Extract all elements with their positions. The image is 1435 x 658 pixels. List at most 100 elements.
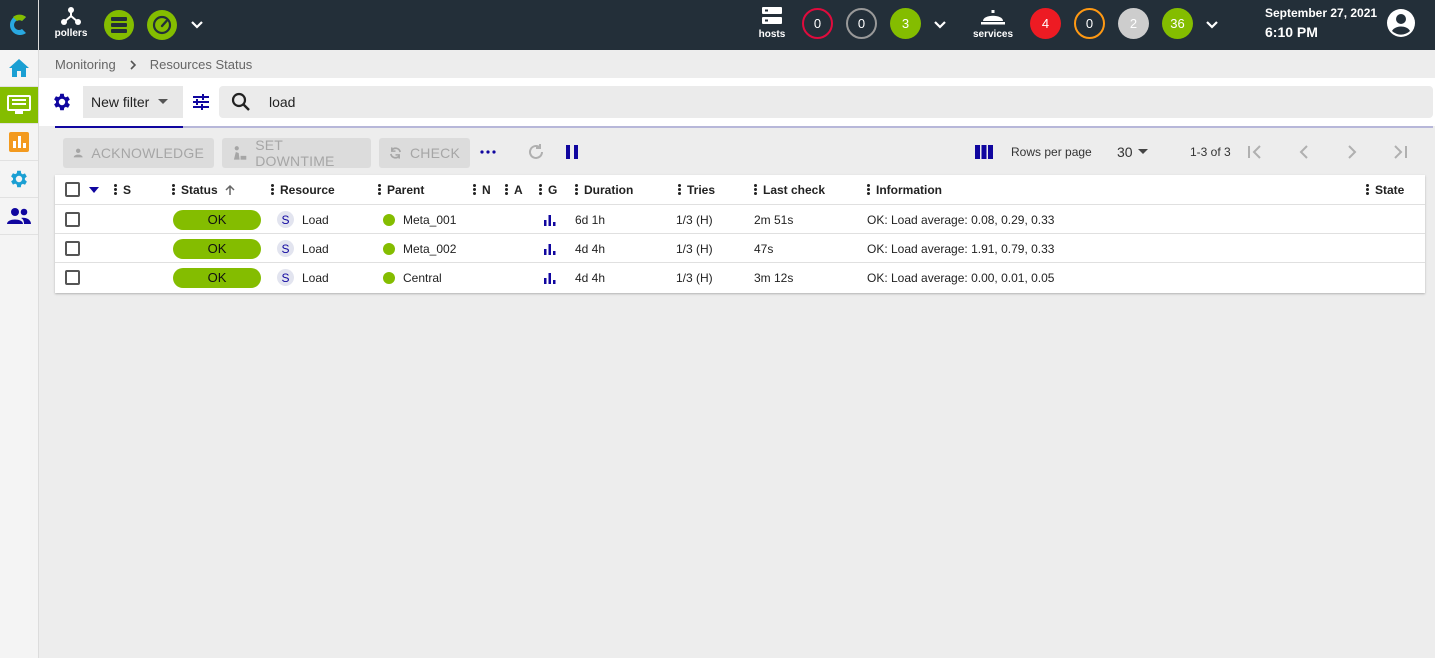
information-cell: OK: Load average: 1.91, 0.79, 0.33 — [867, 241, 1055, 256]
check-button[interactable]: CHECK — [379, 138, 470, 168]
column-label: Duration — [584, 182, 634, 197]
breadcrumb-resources-status[interactable]: Resources Status — [150, 57, 253, 72]
column-header-s[interactable]: S — [114, 175, 131, 204]
column-header-duration[interactable]: Duration — [575, 175, 633, 204]
checkbox — [65, 212, 80, 227]
refresh-button[interactable] — [526, 142, 546, 162]
rows-per-page-select[interactable]: 30 — [1117, 144, 1149, 160]
column-header-g[interactable]: G — [539, 175, 557, 204]
caret-down-icon — [89, 186, 99, 193]
parent-cell[interactable]: Meta_002 — [383, 234, 456, 263]
sidebar-item-reporting[interactable] — [0, 124, 38, 161]
sidebar-item-home[interactable] — [0, 50, 38, 87]
acknowledge-button[interactable]: ACKNOWLEDGE — [63, 138, 214, 168]
table-row[interactable]: OK S Load Meta_002 4d 4h 1/3 (H) 47s OK: … — [55, 233, 1425, 262]
column-header-a[interactable]: A — [505, 175, 523, 204]
column-header-status[interactable]: Status — [172, 175, 236, 204]
caret-down-icon — [158, 99, 169, 104]
pollers-expand-chevron[interactable] — [189, 17, 205, 38]
users-icon — [7, 208, 31, 224]
chevron-left-icon — [1299, 145, 1308, 159]
advanced-filters-button[interactable] — [192, 93, 210, 116]
clock: September 27, 2021 6:10 PM — [1265, 6, 1377, 40]
filter-select[interactable]: New filter — [83, 86, 183, 118]
column-header-parent[interactable]: Parent — [378, 175, 424, 204]
set-downtime-button[interactable]: SET DOWNTIME — [222, 137, 371, 169]
refresh-icon — [529, 144, 543, 159]
hosts-up-count[interactable]: 3 — [890, 8, 921, 39]
status-chip: OK — [173, 267, 261, 288]
drag-handle-icon — [575, 183, 578, 196]
hosts-expand-chevron[interactable] — [932, 17, 948, 38]
hosts-unreachable-count[interactable]: 0 — [846, 8, 877, 39]
hosts-button[interactable]: hosts — [752, 6, 792, 40]
next-page-button[interactable] — [1343, 143, 1361, 161]
column-header-resource[interactable]: Resource — [271, 175, 335, 204]
last-page-button[interactable] — [1391, 143, 1409, 161]
sidebar-item-monitoring[interactable] — [0, 87, 38, 124]
drag-handle-icon — [114, 183, 117, 196]
parent-name: Central — [403, 270, 442, 285]
table-row[interactable]: OK S Load Central 4d 4h 1/3 (H) 3m 12s OK… — [55, 262, 1425, 291]
services-label: services — [972, 29, 1014, 40]
drag-handle-icon — [1366, 183, 1369, 196]
resource-name: Load — [302, 212, 329, 227]
breadcrumb-monitoring[interactable]: Monitoring — [55, 57, 116, 72]
pause-refresh-button[interactable] — [563, 142, 581, 162]
column-label: Parent — [387, 182, 425, 197]
status-chip: OK — [173, 209, 261, 230]
resource-cell[interactable]: S Load — [277, 263, 329, 292]
parent-cell[interactable]: Meta_001 — [383, 205, 456, 234]
select-menu-button[interactable] — [89, 175, 99, 204]
column-header-information[interactable]: Information — [867, 175, 942, 204]
services-unknown-count[interactable]: 2 — [1118, 8, 1149, 39]
services-expand-chevron[interactable] — [1204, 17, 1220, 38]
row-checkbox[interactable] — [65, 234, 80, 263]
graph-cell[interactable] — [544, 263, 556, 292]
column-header-last-check[interactable]: Last check — [754, 175, 825, 204]
column-label: State — [1375, 182, 1405, 197]
checkbox — [65, 270, 80, 285]
column-header-state[interactable]: State — [1366, 175, 1404, 204]
centreon-logo[interactable] — [0, 0, 38, 50]
previous-page-button[interactable] — [1295, 143, 1313, 161]
pollers-button[interactable]: pollers — [53, 6, 89, 39]
services-warning-count[interactable]: 0 — [1074, 8, 1105, 39]
sidebar-item-configuration[interactable] — [0, 161, 38, 198]
chevron-down-icon — [191, 21, 203, 29]
database-status-button[interactable] — [104, 10, 134, 40]
drag-handle-icon — [505, 183, 508, 196]
duration-cell: 4d 4h — [575, 270, 606, 285]
pollers-label: pollers — [54, 28, 88, 39]
services-critical-count[interactable]: 4 — [1030, 8, 1061, 39]
row-checkbox[interactable] — [65, 263, 80, 292]
parent-name: Meta_001 — [403, 212, 457, 227]
column-label: Status — [181, 182, 218, 197]
more-actions-button[interactable] — [479, 143, 497, 161]
user-menu-button[interactable] — [1386, 8, 1416, 43]
resource-cell[interactable]: S Load — [277, 234, 329, 263]
current-date: September 27, 2021 — [1265, 6, 1378, 20]
filter-settings-button[interactable] — [51, 91, 73, 118]
tries-cell: 1/3 (H) — [676, 241, 713, 256]
column-header-tries[interactable]: Tries — [678, 175, 715, 204]
resource-cell[interactable]: S Load — [277, 205, 329, 234]
columns-selector-button[interactable] — [975, 144, 993, 160]
column-header-n[interactable]: N — [473, 175, 491, 204]
graph-cell[interactable] — [544, 205, 556, 234]
latency-status-button[interactable] — [147, 10, 177, 40]
parent-cell[interactable]: Central — [383, 263, 442, 292]
row-checkbox[interactable] — [65, 205, 80, 234]
table-row[interactable]: OK S Load Meta_001 6d 1h 1/3 (H) 2m 51s O… — [55, 204, 1425, 233]
graph-cell[interactable] — [544, 234, 556, 263]
services-button[interactable]: services — [971, 6, 1015, 40]
search-input[interactable] — [269, 94, 1169, 110]
duration-cell: 6d 1h — [575, 212, 606, 227]
first-page-button[interactable] — [1246, 143, 1264, 161]
parent-status-dot — [383, 271, 395, 284]
select-all-checkbox[interactable] — [65, 175, 80, 204]
services-ok-count[interactable]: 36 — [1162, 8, 1193, 39]
sidebar-item-administration[interactable] — [0, 198, 38, 235]
view-column-icon — [975, 145, 993, 159]
hosts-down-count[interactable]: 0 — [802, 8, 833, 39]
